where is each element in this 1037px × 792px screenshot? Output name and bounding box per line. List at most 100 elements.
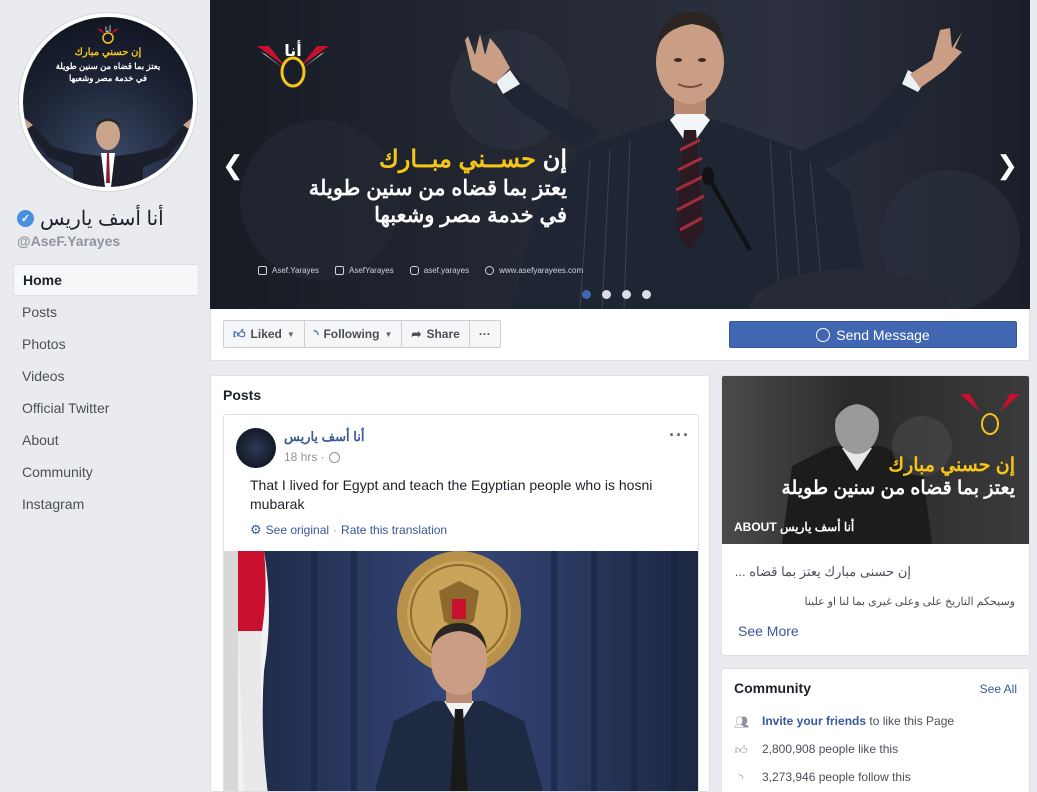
post-photo-figure	[224, 551, 677, 791]
page-name-text[interactable]: أنا أسف ياريس	[40, 206, 164, 231]
rate-translation-link[interactable]: Rate this translation	[341, 523, 447, 537]
about-description-1: إن حسنى مبارك يعتز بما قضاه ...	[734, 564, 911, 579]
verified-badge-icon: ✓	[17, 210, 34, 227]
avatar-line-1: يعتز بما قضاه من سنين طويلة	[55, 61, 161, 71]
chevron-right-icon[interactable]: ❯	[996, 150, 1018, 181]
carousel-dot-3[interactable]	[622, 290, 631, 299]
community-likes-row: 👍︎ 2,800,908 people like this	[734, 742, 899, 757]
community-follows-row: ◝ 3,273,946 people follow this	[734, 770, 911, 785]
following-label: Following	[323, 327, 380, 341]
translation-bar: ⚙ See original · Rate this translation	[250, 522, 447, 538]
about-image-line-1: يعتز بما قضاه من سنين طويلة	[781, 478, 1015, 499]
see-more-link[interactable]: See More	[738, 623, 799, 639]
post-photo[interactable]	[224, 551, 698, 791]
post-meta: 18 hrs ·	[284, 450, 340, 464]
liked-label: Liked	[250, 327, 282, 341]
about-description-2: وسيحكم التاريخ على وعلى غيرى بما لنا او …	[804, 596, 1015, 608]
send-message-button[interactable]: Send Message	[729, 321, 1017, 348]
invite-text: Invite your friends to like this Page	[762, 714, 954, 728]
follows-count: 3,273,946 people follow this	[762, 770, 911, 784]
page-handle[interactable]: @AseF.Yarayes	[17, 233, 120, 249]
avatar-headline: إن حسني مبارك	[74, 47, 142, 58]
globe-icon	[328, 451, 340, 463]
see-all-link[interactable]: See All	[980, 682, 1017, 696]
separator: ·	[333, 523, 338, 537]
instagram-icon	[409, 266, 419, 275]
caret-down-icon: ▼	[384, 329, 393, 339]
carousel-dots	[582, 290, 651, 299]
liked-button[interactable]: 👍︎ Liked ▼	[223, 320, 305, 348]
invite-rest: to like this Page	[866, 714, 955, 728]
community-card: Community See All 👥︎ Invite your friends…	[721, 668, 1030, 792]
messenger-icon	[816, 327, 831, 342]
share-button[interactable]: ➦ Share	[401, 320, 470, 348]
caret-down-icon: ▼	[286, 329, 295, 339]
post-timestamp[interactable]: 18 hrs ·	[284, 450, 325, 464]
facebook-icon	[258, 266, 267, 275]
post-text: That I lived for Egypt and teach the Egy…	[250, 477, 653, 512]
chevron-left-icon[interactable]: ❮	[222, 150, 244, 181]
avatar-line-2: في خدمة مصر وشعبها	[68, 73, 148, 83]
gear-icon: ⚙	[250, 522, 262, 537]
share-label: Share	[426, 327, 460, 341]
see-original-link[interactable]: See original	[266, 523, 329, 537]
cover-socials: Asef.Yarayes AsefYarayes asef.yarayes ww…	[258, 266, 583, 275]
post-author-name[interactable]: أنا أسف ياريس	[284, 429, 364, 445]
share-icon: ➦	[411, 327, 422, 341]
cover-logo-text: أنا	[284, 40, 302, 60]
cover-headline-name: حســني مبــارك	[378, 146, 537, 173]
cover-social-instagram: asef.yarayes	[409, 266, 469, 275]
nav-item-home[interactable]: Home	[13, 264, 199, 296]
likes-count: 2,800,908 people like this	[762, 742, 899, 756]
more-options-button[interactable]: ···	[468, 320, 501, 348]
nav-item-photos[interactable]: Photos	[13, 328, 199, 360]
following-button[interactable]: ◝ Following ▼	[303, 320, 403, 348]
invite-friends-link[interactable]: Invite your friends	[762, 714, 866, 728]
about-image-name: إن حسني مبارك	[888, 455, 1015, 476]
nav-item-instagram[interactable]: Instagram	[13, 488, 199, 520]
about-image[interactable]: إن حسني مبارك يعتز بما قضاه من سنين طويل…	[722, 376, 1029, 544]
profile-avatar-image: أنا إن حسني مبارك يعتز بما قضاه من سنين …	[23, 17, 193, 187]
avatar-figure	[23, 117, 193, 187]
nav-item-about[interactable]: About	[13, 424, 199, 456]
rss-icon: ◝	[313, 327, 319, 341]
carousel-dot-2[interactable]	[602, 290, 611, 299]
nav-item-official-twitter[interactable]: Official Twitter	[13, 392, 199, 424]
community-invite-row: 👥︎ Invite your friends to like this Page	[734, 714, 954, 729]
carousel-dot-4[interactable]	[642, 290, 651, 299]
page-action-bar: 👍︎ Liked ▼ ◝ Following ▼ ➦ Share ··· Sen…	[210, 309, 1030, 361]
about-label[interactable]: ABOUT أنا أسف ياريس	[734, 520, 854, 534]
cover-social-twitter: AsefYarayes	[334, 266, 394, 275]
community-title: Community	[734, 680, 811, 696]
cover-line-1: يعتز بما قضاه من سنين طويلة	[308, 177, 567, 200]
post-author-avatar[interactable]	[236, 428, 276, 468]
cover-logo-icon: أنا	[257, 40, 329, 88]
nav-item-videos[interactable]: Videos	[13, 360, 199, 392]
nav-item-posts[interactable]: Posts	[13, 296, 199, 328]
about-image-headline: إن حسني مبارك يعتز بما قضاه من سنين طويل…	[735, 454, 1015, 500]
action-button-group: 👍︎ Liked ▼ ◝ Following ▼ ➦ Share ···	[223, 320, 501, 348]
carousel-dot-1[interactable]	[582, 290, 591, 299]
rss-icon: ◝	[738, 771, 744, 785]
page-name[interactable]: أنا أسف ياريس ✓	[17, 206, 164, 231]
cover-headline-prefix: إن	[542, 146, 567, 173]
thumbs-up-icon: 👍︎	[734, 743, 748, 757]
cover-social-facebook: Asef.Yarayes	[258, 266, 319, 275]
about-card: إن حسني مبارك يعتز بما قضاه من سنين طويل…	[721, 375, 1030, 656]
left-nav: Home Posts Photos Videos Official Twitte…	[13, 264, 199, 520]
page-logo-icon: أنا	[97, 25, 119, 44]
posts-header[interactable]: Posts	[223, 387, 261, 403]
cover-headline-block: إن حســني مبــارك يعتز بما قضاه من سنين …	[247, 145, 567, 228]
send-message-label: Send Message	[836, 326, 930, 343]
cover-social-website: www.asefyarayees.com	[485, 266, 583, 275]
nav-item-community[interactable]: Community	[13, 456, 199, 488]
globe-icon	[485, 266, 495, 275]
more-icon: ···	[478, 327, 491, 341]
posts-card: Posts أنا أسف ياريس 18 hrs · ··· That I …	[210, 375, 710, 792]
post-options-menu[interactable]: ···	[669, 425, 690, 446]
profile-avatar[interactable]: أنا إن حسني مبارك يعتز بما قضاه من سنين …	[19, 13, 197, 191]
people-icon: 👥︎	[734, 715, 750, 729]
thumbs-up-icon: 👍︎	[233, 326, 246, 341]
svg-text:أنا: أنا	[105, 25, 111, 34]
cover-photo[interactable]: أنا إن حســني مبــارك يعتز بما قضاه من س…	[210, 0, 1030, 309]
